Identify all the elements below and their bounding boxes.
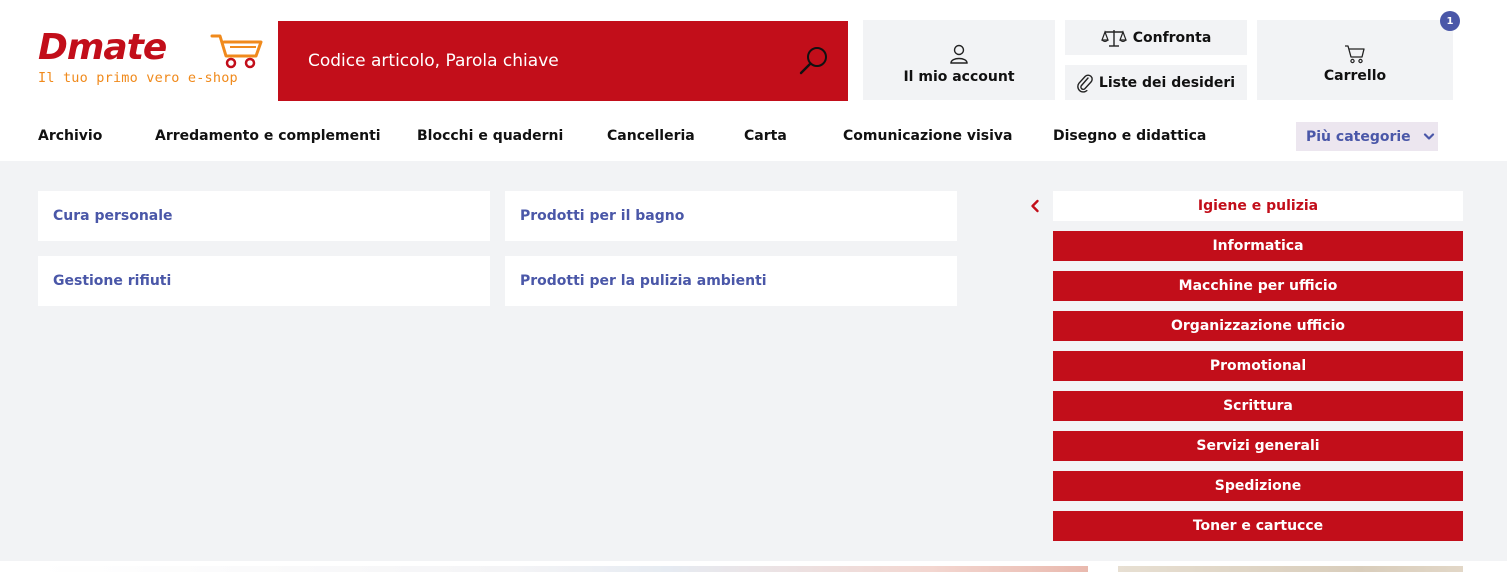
cart-logo-icon <box>210 34 263 69</box>
account-button[interactable]: Il mio account <box>863 20 1055 100</box>
paperclip-icon <box>1077 73 1093 93</box>
banner-image-left[interactable] <box>38 566 1088 572</box>
nav-item-arredamento[interactable]: Arredamento e complementi <box>155 128 381 144</box>
nav-item-comunicazione[interactable]: Comunicazione visiva <box>843 128 1013 144</box>
cart-count-badge: 1 <box>1440 11 1460 31</box>
search-bar <box>278 21 848 101</box>
logo[interactable]: Dmate Il tuo primo vero e-shop <box>38 28 270 90</box>
cart-button[interactable]: Carrello <box>1257 20 1453 100</box>
category-servizi-generali[interactable]: Servizi generali <box>1053 431 1463 461</box>
more-categories-button[interactable]: Più categorie <box>1296 122 1438 151</box>
logo-tagline: Il tuo primo vero e-shop <box>38 70 238 86</box>
nav-item-carta[interactable]: Carta <box>744 128 787 144</box>
subcategory-prodotti-bagno[interactable]: Prodotti per il bagno <box>505 191 957 241</box>
category-organizzazione-ufficio[interactable]: Organizzazione ufficio <box>1053 311 1463 341</box>
category-scrittura[interactable]: Scrittura <box>1053 391 1463 421</box>
nav-item-blocchi[interactable]: Blocchi e quaderni <box>417 128 563 144</box>
category-nav: Archivio Arredamento e complementi Blocc… <box>0 112 1507 161</box>
category-informatica[interactable]: Informatica <box>1053 231 1463 261</box>
category-promotional[interactable]: Promotional <box>1053 351 1463 381</box>
search-input[interactable] <box>308 51 778 71</box>
search-icon[interactable] <box>798 45 830 77</box>
subcategory-gestione-rifiuti[interactable]: Gestione rifiuti <box>38 256 490 306</box>
category-toner-cartucce[interactable]: Toner e cartucce <box>1053 511 1463 541</box>
compare-button[interactable]: Confronta <box>1065 20 1247 55</box>
subcategory-pulizia-ambienti[interactable]: Prodotti per la pulizia ambienti <box>505 256 957 306</box>
category-active[interactable]: Igiene e pulizia <box>1053 191 1463 221</box>
cart-label: Carrello <box>1323 68 1387 84</box>
category-macchine-ufficio[interactable]: Macchine per ufficio <box>1053 271 1463 301</box>
user-icon <box>950 44 968 64</box>
more-categories-label: Più categorie <box>1306 128 1411 145</box>
banner-image-right[interactable] <box>1118 566 1463 572</box>
site-header: Dmate Il tuo primo vero e-shop Il mio ac… <box>0 0 1507 112</box>
account-label: Il mio account <box>903 69 1015 85</box>
compare-label: Confronta <box>1132 29 1212 46</box>
chevron-down-icon <box>1423 132 1434 140</box>
nav-item-disegno[interactable]: Disegno e didattica <box>1053 128 1206 144</box>
cart-icon <box>1345 45 1365 64</box>
scale-icon <box>1100 29 1127 47</box>
wishlist-label: Liste dei desideri <box>1098 74 1236 91</box>
nav-item-cancelleria[interactable]: Cancelleria <box>607 128 695 144</box>
category-spedizione[interactable]: Spedizione <box>1053 471 1463 501</box>
logo-brand: Dmate <box>38 27 167 68</box>
chevron-left-icon[interactable] <box>1028 199 1042 213</box>
wishlist-button[interactable]: Liste dei desideri <box>1065 65 1247 100</box>
mega-menu-panel: Cura personale Prodotti per il bagno Ges… <box>0 161 1507 561</box>
subcategory-cura-personale[interactable]: Cura personale <box>38 191 490 241</box>
nav-item-archivio[interactable]: Archivio <box>38 128 102 144</box>
